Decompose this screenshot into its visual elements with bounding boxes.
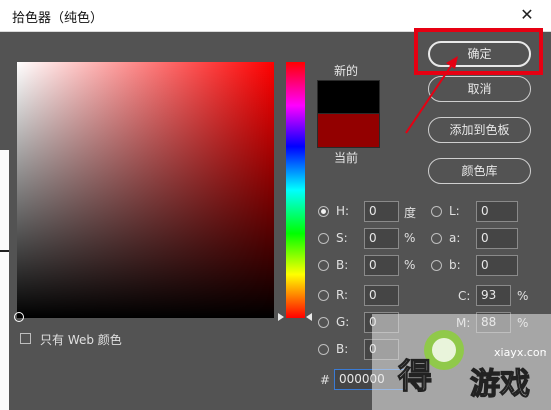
web-colors-only-checkbox[interactable] [20,333,31,344]
label-blue: B: [336,342,349,356]
hue-slider-left-handle[interactable] [278,313,284,321]
background-document [0,150,9,410]
label-s: S: [336,231,348,245]
saturation-brightness-field[interactable] [17,62,274,318]
new-color-swatch [317,80,380,115]
input-h[interactable]: 0 [364,201,399,222]
label-a: a: [449,231,461,245]
radio-h[interactable] [318,206,329,217]
input-lab-b[interactable]: 0 [476,255,518,276]
current-color-label: 当前 [334,151,359,165]
color-picker-cursor[interactable] [14,312,24,322]
color-libraries-button[interactable]: 颜色库 [428,158,531,184]
watermark-text: 游戏 [470,367,530,402]
label-g: G: [336,315,350,329]
hue-slider-right-handle[interactable] [306,313,312,321]
hue-slider[interactable] [286,62,305,318]
new-color-label: 新的 [334,64,359,78]
radio-s[interactable] [318,233,329,244]
label-r: R: [336,288,349,302]
svg-text:得: 得 [397,357,432,397]
label-lab-b: b: [449,258,461,272]
label-h: H: [336,204,350,218]
radio-lab-b[interactable] [431,260,442,271]
input-r[interactable]: 0 [364,285,399,306]
radio-g[interactable] [318,317,329,328]
add-to-swatches-button[interactable]: 添加到色板 [428,117,531,143]
radio-blue[interactable] [318,344,329,355]
watermark-logo: 得 游戏 xiayx.com [396,330,546,402]
input-s[interactable]: 0 [364,228,399,249]
unit-c: % [517,289,529,303]
label-c: C: [458,289,471,303]
unit-s: % [404,231,416,245]
label-b: B: [336,258,349,272]
watermark-sub: xiayx.com [494,346,546,359]
unit-b: % [404,258,416,272]
input-b[interactable]: 0 [364,255,399,276]
close-icon[interactable]: ✕ [516,4,538,26]
cancel-button[interactable]: 取消 [428,76,531,102]
label-l: L: [449,204,460,218]
background-stroke [0,250,9,252]
hex-label: # [320,373,331,387]
input-a[interactable]: 0 [476,228,518,249]
radio-b[interactable] [318,260,329,271]
radio-r[interactable] [318,290,329,301]
current-color-swatch[interactable] [317,113,380,148]
input-l[interactable]: 0 [476,201,518,222]
input-c[interactable]: 93 [476,285,511,306]
radio-l[interactable] [431,206,442,217]
web-colors-only-label: 只有 Web 颜色 [40,333,122,347]
radio-a[interactable] [431,233,442,244]
unit-h: 度 [404,206,417,220]
window-title: 拾色器（纯色） [12,11,104,26]
ok-button[interactable]: 确定 [428,41,531,67]
